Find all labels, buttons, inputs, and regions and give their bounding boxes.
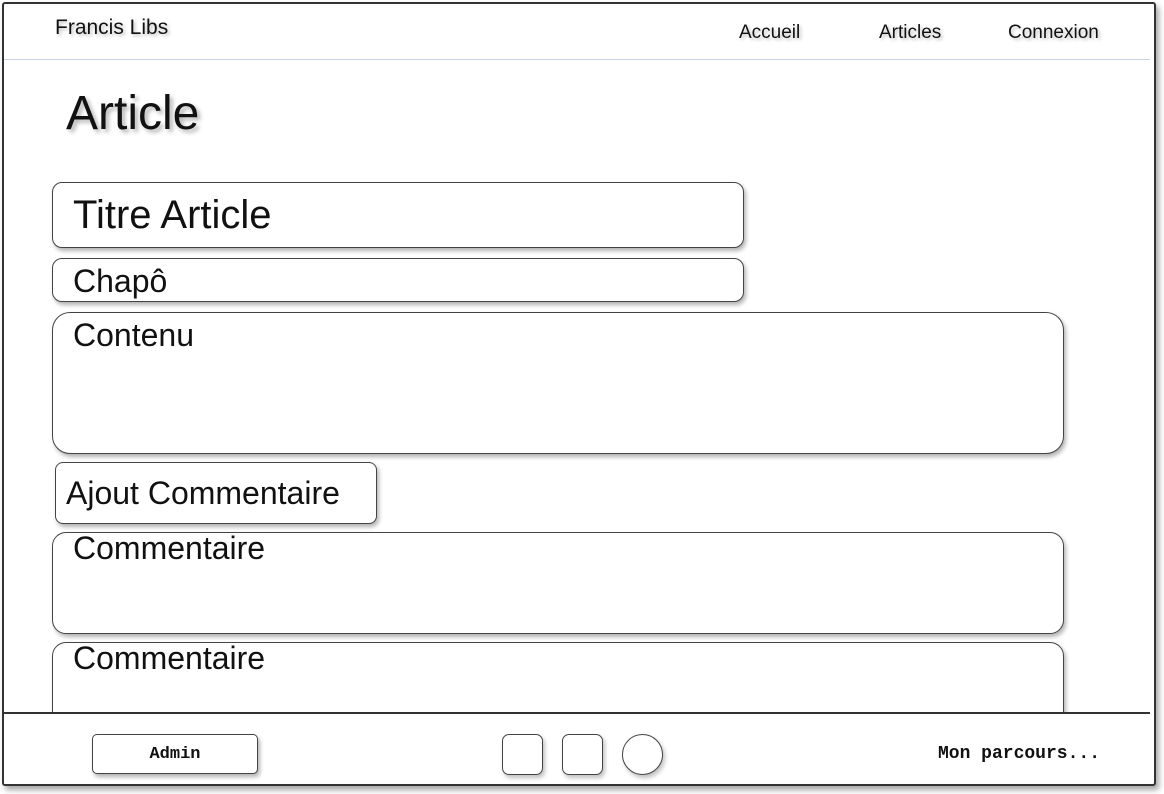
article-chapo-field[interactable]: Chapô	[52, 258, 744, 302]
nav-link-connexion[interactable]: Connexion	[1008, 22, 1099, 44]
social-square-icon[interactable]	[562, 734, 603, 775]
comment-box[interactable]: Commentaire	[52, 530, 1064, 634]
article-title-label: Titre Article	[73, 193, 272, 237]
nav-link-accueil[interactable]: Accueil	[739, 22, 800, 44]
article-title-field[interactable]: Titre Article	[52, 182, 744, 248]
comment-label: Commentaire	[73, 640, 266, 676]
article-content-label: Contenu	[73, 317, 194, 353]
article-content-field[interactable]: Contenu	[52, 312, 1064, 454]
social-square-icon[interactable]	[502, 734, 543, 775]
footer-tagline: Mon parcours...	[937, 744, 1100, 764]
top-navbar: Francis Libs Accueil Articles Connexion	[4, 4, 1150, 60]
comment-label: Commentaire	[73, 530, 266, 566]
nav-link-articles[interactable]: Articles	[879, 22, 941, 44]
article-chapo-label: Chapô	[73, 263, 168, 299]
page-title: Article	[66, 87, 200, 140]
add-comment-label: Ajout Commentaire	[66, 475, 340, 511]
footer: Admin Mon parcours...	[4, 712, 1150, 784]
social-circle-icon[interactable]	[622, 734, 663, 775]
admin-button[interactable]: Admin	[92, 734, 258, 774]
add-comment-button[interactable]: Ajout Commentaire	[55, 462, 377, 524]
brand-name[interactable]: Francis Libs	[55, 16, 168, 40]
browser-window: Francis Libs Accueil Articles Connexion …	[2, 2, 1156, 786]
